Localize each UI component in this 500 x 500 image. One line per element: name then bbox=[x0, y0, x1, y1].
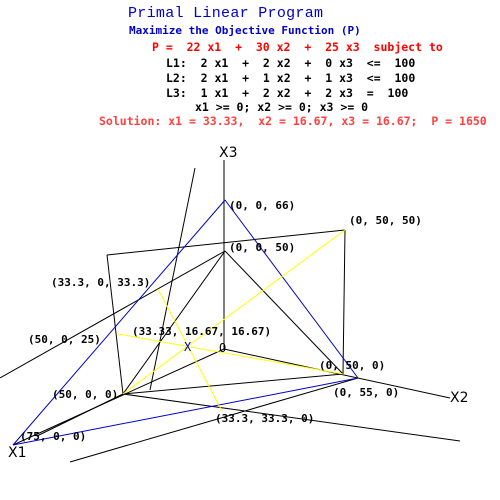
point-label-0-0-50: (0, 0, 50) bbox=[229, 241, 296, 254]
l3-edge-right bbox=[224, 250, 344, 375]
l3-edge-left bbox=[0, 250, 226, 379]
point-label-0-50-0: (0, 50, 0) bbox=[319, 359, 386, 372]
point-label-0-50-50: (0, 50, 50) bbox=[349, 214, 422, 227]
point-label-0-55-0: (0, 55, 0) bbox=[333, 386, 400, 399]
point-label-33-0-33: (33.3, 0, 33.3) bbox=[51, 276, 151, 289]
x3-axis-label: X3 bbox=[219, 145, 238, 161]
point-label-50-0-0: (50, 0, 0) bbox=[52, 388, 119, 401]
l2-edge-x3-x2 bbox=[224, 199, 359, 379]
point-label-solution: (33.33, 16.67, 16.67) bbox=[132, 325, 272, 338]
l2-edge-x3-x1 bbox=[12, 199, 226, 446]
point-label-50-0-25: (50, 0, 25) bbox=[28, 333, 101, 346]
origin-label: O bbox=[219, 341, 227, 355]
l1-plane-top-edge bbox=[106, 229, 346, 256]
x1-axis-label: X1 bbox=[8, 445, 27, 461]
yellow-line-3 bbox=[122, 229, 346, 395]
x2-axis-label: X2 bbox=[450, 390, 469, 406]
point-label-75-0-0: (75, 0, 0) bbox=[20, 430, 87, 443]
l1-plane-bottom-edge bbox=[122, 373, 344, 395]
solution-marker: X bbox=[184, 340, 192, 354]
point-label-33-33-0: (33.3, 33.3, 0) bbox=[215, 412, 315, 425]
point-label-0-0-66: (0, 0, 66) bbox=[229, 199, 296, 212]
l1-plane-right-edge bbox=[342, 229, 346, 375]
